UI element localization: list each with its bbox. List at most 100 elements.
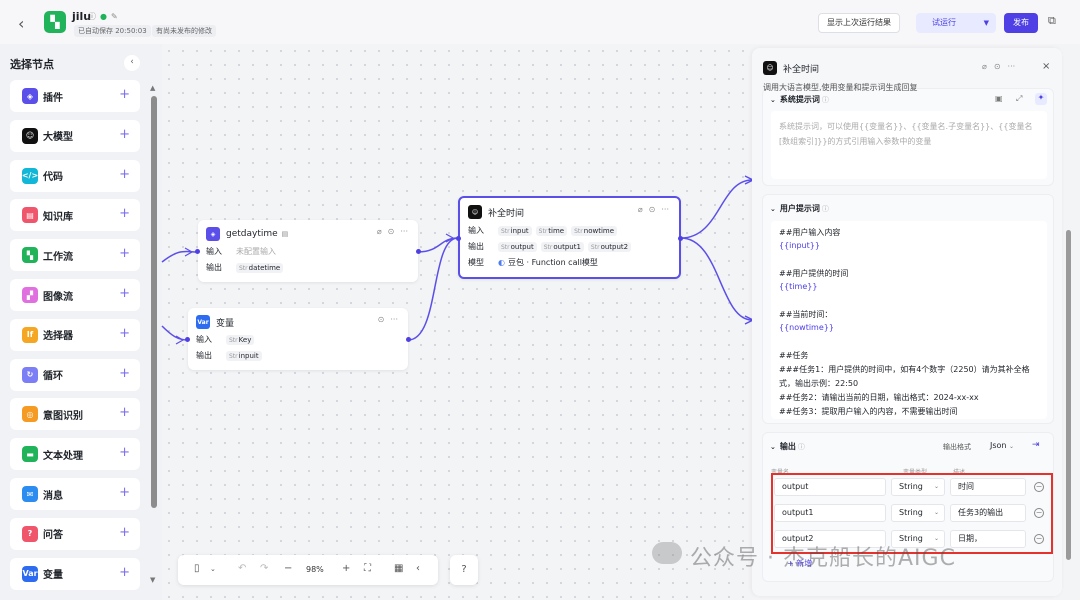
scroll-down-icon[interactable]: ▼ <box>150 576 155 584</box>
getdaytime-node[interactable]: ◈ getdaytime ▤ ⌀ ⊙ ··· 输入 未配置输入 输出 Strda… <box>195 220 421 282</box>
scroll-up-icon[interactable]: ▲ <box>150 84 155 92</box>
more-icon[interactable]: ··· <box>390 315 398 324</box>
edit-icon[interactable]: ✎ <box>111 12 118 21</box>
output-desc-input[interactable]: 任务3的输出 <box>950 504 1026 522</box>
sidebar-item-selector[interactable]: If 选择器 + <box>10 318 140 351</box>
run-node-icon[interactable]: ⊙ <box>649 205 656 214</box>
chevron-down-icon[interactable]: ⌄ <box>210 565 216 573</box>
input-port[interactable] <box>185 337 190 342</box>
output-name-input[interactable]: output1 <box>774 504 886 522</box>
wechat-icon <box>652 542 682 564</box>
sidebar-item-loop[interactable]: ↻ 循环 + <box>10 358 140 391</box>
sidebar-item-llm[interactable]: ☺ 大模型 + <box>10 119 140 152</box>
output-desc-input[interactable]: 时间 <box>950 478 1026 496</box>
output-port[interactable] <box>678 236 683 241</box>
llm-node[interactable]: ☺ 补全时间 ⌀ ⊙ ··· 输入 Strinput Strtime Strno… <box>456 196 683 279</box>
system-prompt-editor[interactable]: 系统提示词，可以使用{{变量名}}、{{变量名.子变量名}}、{{变量名[数组索… <box>771 111 1047 179</box>
node-input-row: 输入 未配置输入 <box>206 246 276 257</box>
sidebar-scrollbar[interactable] <box>151 96 157 508</box>
remove-icon[interactable]: − <box>1034 534 1044 544</box>
template-icon[interactable]: ▣ <box>995 94 1003 103</box>
user-prompt-title[interactable]: ⌄ 用户提示词 ⓘ <box>770 203 829 214</box>
remove-icon[interactable]: − <box>1034 508 1044 518</box>
expand-icon[interactable]: ⤢ <box>1016 94 1022 104</box>
plugin-icon: ◈ <box>22 88 38 104</box>
plus-icon[interactable]: + <box>119 286 130 301</box>
variable-icon: Var <box>196 315 210 329</box>
plus-icon[interactable]: + <box>119 127 130 142</box>
remove-icon[interactable]: − <box>1034 482 1044 492</box>
redo-icon[interactable]: ↷ <box>260 563 268 574</box>
info-icon[interactable]: ⓘ <box>88 11 96 22</box>
run-node-icon[interactable]: ⊙ <box>378 315 385 324</box>
variable-node[interactable]: Var 变量 ⊙ ··· 输入 StrKey 输出 Strinpuit <box>185 308 411 370</box>
bypass-icon[interactable]: ⌀ <box>982 62 987 71</box>
back-icon[interactable]: ‹ <box>18 14 24 33</box>
collapse-icon[interactable]: ‹ <box>124 55 140 71</box>
show-last-run-button[interactable]: 显示上次运行结果 <box>818 13 900 33</box>
layout-icon[interactable]: ▦ <box>394 563 403 574</box>
sidebar-item-plugin[interactable]: ◈ 插件 + <box>10 80 140 112</box>
canvas-toolbar: ▯ ⌄ ↶ ↷ − 98% + ⛶ ▦ ‹ <box>178 555 438 585</box>
bypass-icon[interactable]: ⌀ <box>638 205 643 214</box>
copy-icon[interactable]: ⧉ <box>1048 14 1056 28</box>
more-icon[interactable]: ··· <box>400 227 408 236</box>
trial-run-button[interactable]: 试运行 ▼ <box>916 13 996 33</box>
user-prompt-editor[interactable]: ##用户输入内容 {{input}} ##用户提供的时间 {{time}} ##… <box>771 221 1047 419</box>
pointer-mode-icon[interactable]: ▯ <box>194 563 200 574</box>
panel-scrollbar[interactable] <box>1066 230 1071 560</box>
sidebar-item-workflow[interactable]: ▚ 工作流 + <box>10 239 140 272</box>
output-title[interactable]: ⌄ 输出 ⓘ <box>770 441 805 452</box>
plus-icon[interactable]: + <box>119 366 130 381</box>
info-icon: ⓘ <box>821 205 829 213</box>
node-title: 变量 <box>216 318 235 329</box>
plus-icon[interactable]: + <box>119 525 130 540</box>
run-node-icon[interactable]: ⊙ <box>994 62 1001 71</box>
output-type-select[interactable]: String ⌄ <box>891 478 945 496</box>
sidebar-item-message[interactable]: ✉ 消息 + <box>10 478 140 510</box>
plus-icon[interactable]: + <box>119 87 130 102</box>
bypass-icon[interactable]: ⌀ <box>377 227 382 236</box>
plus-icon[interactable]: + <box>119 445 130 460</box>
sidebar-item-knowledge[interactable]: ▤ 知识库 + <box>10 199 140 232</box>
output-desc-input[interactable]: 日期， <box>950 530 1026 548</box>
output-name-input[interactable]: output <box>774 478 886 496</box>
undo-icon[interactable]: ↶ <box>238 563 246 574</box>
output-port[interactable] <box>406 337 411 342</box>
publish-button[interactable]: 发布 <box>1004 13 1038 33</box>
help-icon[interactable]: ? <box>450 555 478 585</box>
chevron-down-icon: ⌄ <box>770 96 776 104</box>
collapse-icon[interactable]: ‹ <box>416 563 420 574</box>
plus-icon[interactable]: + <box>119 167 130 182</box>
sidebar-item-image-flow[interactable]: ▞ 图像流 + <box>10 279 140 311</box>
sidebar-item-text-process[interactable]: ▬ 文本处理 + <box>10 438 140 471</box>
more-icon[interactable]: ··· <box>661 205 669 214</box>
input-port[interactable] <box>195 249 200 254</box>
close-icon[interactable]: × <box>1042 61 1050 72</box>
sidebar-item-variable[interactable]: Var 变量 + <box>10 557 140 590</box>
text-process-icon: ▬ <box>22 446 38 463</box>
ai-optimize-icon[interactable]: ✦ <box>1035 93 1047 105</box>
run-node-icon[interactable]: ⊙ <box>388 227 395 236</box>
zoom-in-icon[interactable]: + <box>342 563 350 574</box>
plus-icon[interactable]: + <box>119 246 130 261</box>
more-icon[interactable]: ··· <box>1008 62 1016 71</box>
sidebar-item-qa[interactable]: ? 问答 + <box>10 517 140 550</box>
plus-icon[interactable]: + <box>119 565 130 580</box>
output-format-select[interactable]: Json ⌄ <box>990 441 1014 450</box>
zoom-level[interactable]: 98% <box>306 565 324 574</box>
sidebar-item-intent[interactable]: ◎ 意图识别 + <box>10 398 140 431</box>
fit-view-icon[interactable]: ⛶ <box>364 563 371 574</box>
plus-icon[interactable]: + <box>119 206 130 221</box>
plus-icon[interactable]: + <box>119 405 130 420</box>
plus-icon[interactable]: + <box>119 326 130 341</box>
plus-icon[interactable]: + <box>119 485 130 500</box>
sidebar-item-code[interactable]: </> 代码 + <box>10 159 140 192</box>
output-type-select[interactable]: String ⌄ <box>891 504 945 522</box>
chevron-down-icon[interactable]: ▼ <box>984 13 989 33</box>
output-port[interactable] <box>416 249 421 254</box>
zoom-out-icon[interactable]: − <box>284 563 292 574</box>
system-prompt-title[interactable]: ⌄ 系统提示词 ⓘ <box>770 94 829 105</box>
import-icon[interactable]: ⇥ <box>1032 440 1040 450</box>
input-port[interactable] <box>456 236 461 241</box>
